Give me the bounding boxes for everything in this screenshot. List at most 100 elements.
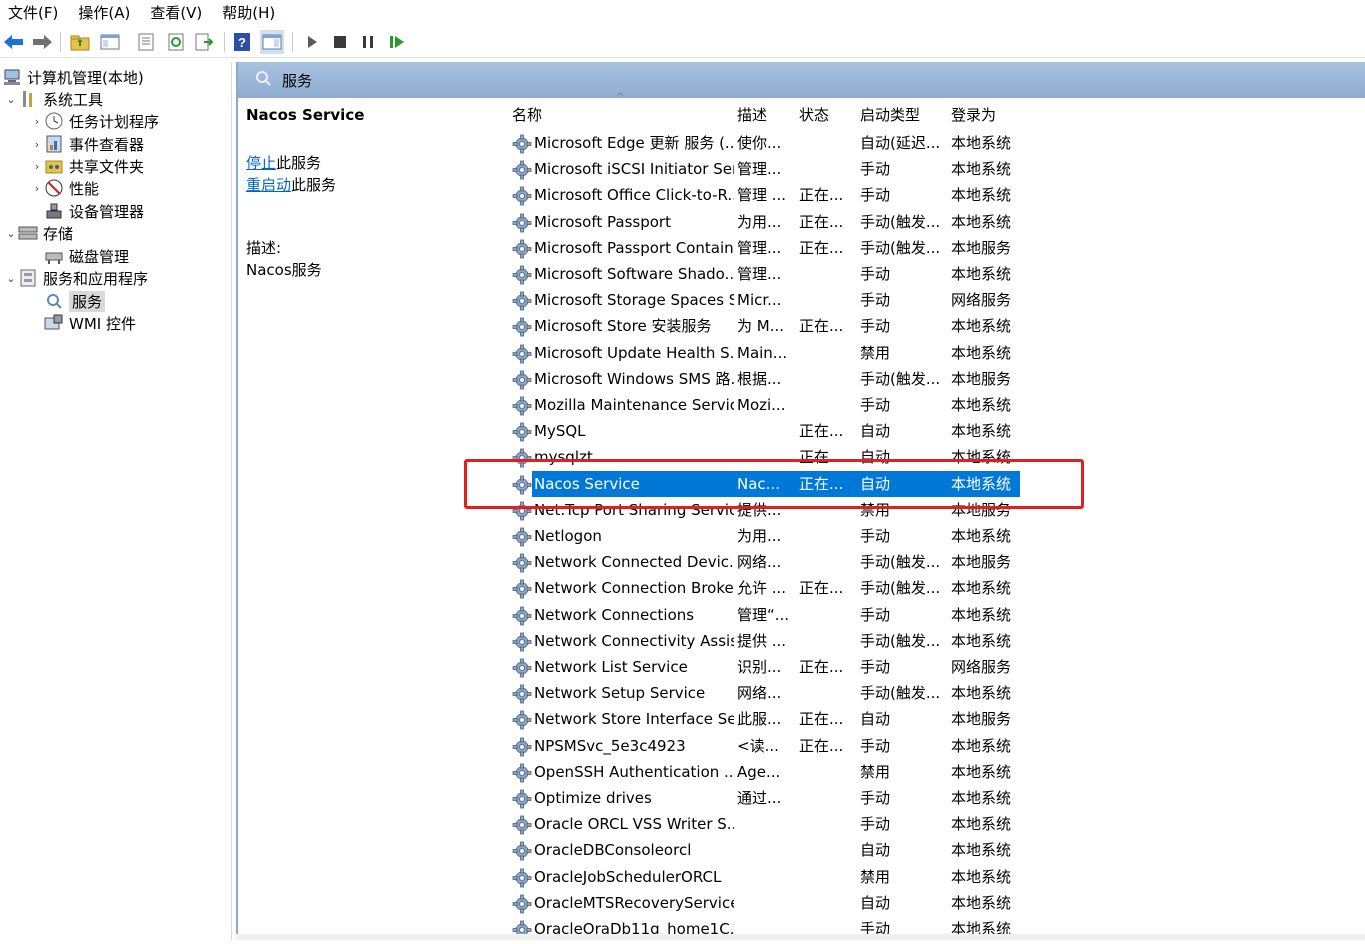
column-header-name[interactable]: 名称 — [512, 104, 542, 126]
up-folder-icon[interactable] — [68, 30, 92, 54]
service-status — [799, 602, 857, 628]
menu-file[interactable]: 文件(F) — [8, 2, 58, 23]
service-row[interactable]: Netlogon 为用... 手动 本地系统 — [510, 523, 1300, 549]
service-row[interactable]: Network Connections 管理“... 手动 本地系统 — [510, 602, 1300, 628]
service-row[interactable]: Network Connection Broker 允许 ... 正在... 手动(触… — [510, 575, 1300, 601]
restart-service-link[interactable]: 重启动 — [246, 176, 291, 194]
stop-suffix: 此服务 — [276, 154, 322, 172]
chevron-right-icon[interactable]: › — [30, 160, 44, 173]
restart-service-icon[interactable] — [385, 30, 409, 54]
tree-performance[interactable]: › 性能 — [30, 177, 99, 199]
service-row[interactable]: MySQL 正在... 自动 本地系统 — [510, 418, 1300, 444]
stop-service-icon[interactable] — [328, 30, 352, 54]
menu-view[interactable]: 查看(V) — [150, 2, 202, 23]
chevron-right-icon[interactable]: › — [30, 138, 44, 151]
service-gear-icon — [512, 527, 532, 547]
service-row[interactable]: Microsoft Edge 更新 服务 (... 使你... 自动(延迟... 本地… — [510, 130, 1300, 156]
pause-service-icon[interactable] — [356, 30, 380, 54]
service-row[interactable]: Network Setup Service 网络... 手动(触发... 本地系统 — [510, 680, 1300, 706]
column-header-startup[interactable]: 启动类型 — [860, 104, 920, 126]
tree-services-apps[interactable]: ⌄ 服务和应用程序 — [4, 267, 148, 289]
tree-disk-management[interactable]: 磁盘管理 — [44, 245, 129, 267]
service-row[interactable]: OracleMTSRecoveryService 自动 本地系统 — [510, 890, 1300, 916]
service-startup: 手动(触发... — [860, 579, 941, 598]
disk-icon — [44, 246, 64, 266]
service-row[interactable]: Network Store Interface Se... 此服... 正在... 自… — [510, 706, 1300, 732]
service-status: 正在... — [799, 474, 844, 493]
service-row[interactable]: Network List Service 识别... 正在... 手动 网络服务 — [510, 654, 1300, 680]
tree-task-scheduler[interactable]: › 任务计划程序 — [30, 110, 159, 132]
tools-icon — [18, 89, 38, 109]
column-header-status[interactable]: 状态 — [799, 104, 829, 126]
refresh-icon[interactable] — [164, 30, 188, 54]
service-name: Microsoft Edge 更新 服务 (... — [534, 134, 734, 152]
tree-services[interactable]: 服务 — [44, 290, 106, 312]
service-row[interactable]: Net.Tcp Port Sharing Service 提供... 禁用 本地服务 — [510, 497, 1300, 523]
service-logon: 本地系统 — [951, 422, 1012, 441]
service-row[interactable]: Microsoft iSCSI Initiator Ser... 管理... 手动 本… — [510, 156, 1300, 182]
tree-computer-management[interactable]: 计算机管理(本地) — [2, 66, 144, 88]
column-header-logon[interactable]: 登录为 — [951, 104, 996, 126]
chevron-right-icon[interactable]: › — [30, 115, 44, 128]
service-row[interactable]: OracleJobSchedulerORCL 禁用 本地系统 — [510, 864, 1300, 890]
stop-service-link[interactable]: 停止 — [246, 154, 276, 172]
tree-device-manager[interactable]: 设备管理器 — [44, 200, 144, 222]
service-name: Microsoft Software Shado... — [534, 265, 734, 283]
tree-storage[interactable]: ⌄ 存储 — [4, 222, 73, 244]
tree-event-viewer[interactable]: › 事件查看器 — [30, 133, 144, 155]
tree-system-tools[interactable]: ⌄ 系统工具 — [4, 88, 103, 110]
tree-shared-folders[interactable]: › 共享文件夹 — [30, 155, 144, 177]
service-name: Microsoft Update Health S... — [534, 343, 734, 362]
service-row[interactable]: Network Connectivity Assis... 提供 ... 手动(触发… — [510, 628, 1300, 654]
service-row[interactable]: Nacos Service Nac... 正在... 自动 本地系统 — [510, 470, 1300, 497]
service-row[interactable]: Microsoft Office Click-to-R... 管理 ... 正在..… — [510, 182, 1300, 208]
menu-bar: 文件(F) 操作(A) 查看(V) 帮助(H) — [0, 0, 1365, 24]
service-status — [799, 785, 857, 811]
service-startup: 手动(触发... — [860, 553, 941, 572]
menu-action[interactable]: 操作(A) — [78, 2, 130, 23]
service-row[interactable]: Optimize drives 通过... 手动 本地系统 — [510, 785, 1300, 811]
service-row[interactable]: Network Connected Devic... 网络... 手动(触发... 本… — [510, 549, 1300, 575]
service-row[interactable]: Microsoft Update Health S... Main... 禁用 本地系… — [510, 340, 1300, 366]
export-list-icon[interactable] — [192, 30, 216, 54]
chevron-down-icon[interactable]: ⌄ — [4, 227, 18, 240]
service-row[interactable]: OpenSSH Authentication ... Age... 禁用 本地系统 — [510, 759, 1300, 785]
service-name: Network List Service — [534, 658, 688, 676]
service-status — [799, 628, 857, 654]
menu-help[interactable]: 帮助(H) — [222, 2, 275, 23]
service-row[interactable]: Microsoft Passport Container 管理... 正在... 手动… — [510, 235, 1300, 261]
action-pane-icon[interactable] — [260, 30, 284, 54]
console-tree-icon[interactable] — [98, 30, 122, 54]
help-icon[interactable]: ? — [230, 30, 254, 54]
service-desc: Micr... — [737, 291, 782, 310]
chevron-down-icon[interactable]: ⌄ — [4, 272, 18, 285]
properties-icon[interactable] — [134, 30, 158, 54]
service-name: OracleJobSchedulerORCL — [534, 867, 722, 886]
service-row[interactable]: OracleDBConsoleorcl 自动 本地系统 — [510, 837, 1300, 863]
column-header-description[interactable]: 描述 — [737, 104, 767, 126]
tree-wmi[interactable]: WMI 控件 — [44, 312, 136, 334]
service-startup: 手动(触发... — [860, 684, 941, 703]
chevron-down-icon[interactable]: ⌄ — [4, 93, 18, 106]
service-gear-icon — [512, 868, 532, 888]
service-desc: 通过... — [737, 789, 782, 807]
service-desc: Main... — [737, 343, 788, 362]
horizontal-scrollbar[interactable] — [236, 934, 1365, 940]
service-row[interactable]: Microsoft Store 安装服务 为 M... 正在... 手动 本地系统 — [510, 313, 1300, 339]
service-row[interactable]: Microsoft Software Shado... 管理... 手动 本地系统 — [510, 261, 1300, 287]
service-row[interactable]: mysqlzt 正在... 自动 本地系统 — [510, 444, 1300, 470]
service-logon: 本地系统 — [951, 893, 1012, 912]
service-gear-icon — [512, 213, 532, 233]
service-row[interactable]: Microsoft Windows SMS 路... 根据... 手动(触发... 本… — [510, 366, 1300, 392]
service-row[interactable]: Mozilla Maintenance Service Mozi... 手动 本地系统 — [510, 392, 1300, 418]
forward-icon[interactable] — [30, 30, 54, 54]
service-logon: 本地系统 — [951, 631, 1012, 650]
service-row[interactable]: Microsoft Passport 为用... 正在... 手动(触发... 本地系统 — [510, 209, 1300, 235]
service-row[interactable]: Oracle ORCL VSS Writer S... 手动 本地系统 — [510, 811, 1300, 837]
chevron-right-icon[interactable]: › — [30, 182, 44, 195]
service-row[interactable]: NPSMSvc_5e3c4923 <读... 正在... 手动 本地系统 — [510, 733, 1300, 759]
back-icon[interactable] — [2, 30, 26, 54]
start-service-icon[interactable] — [300, 30, 324, 54]
services-icon — [44, 291, 64, 311]
service-row[interactable]: Microsoft Storage Spaces S... Micr... 手动 网络… — [510, 287, 1300, 313]
